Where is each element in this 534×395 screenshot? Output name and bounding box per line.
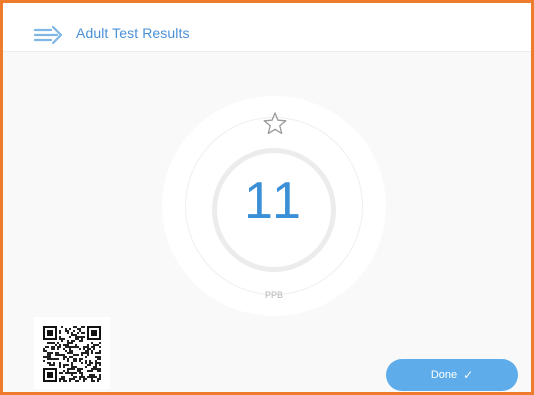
done-button-label: Done: [430, 369, 458, 381]
star-outline-icon: [263, 112, 287, 135]
qr-code-icon: [43, 326, 101, 382]
header-bar: Adult Test Results: [3, 3, 531, 52]
result-unit: PPB: [264, 290, 283, 300]
done-button[interactable]: Done ✓: [386, 359, 518, 391]
qr-code: [34, 317, 110, 389]
check-icon: ✓: [463, 368, 474, 382]
result-value: 11: [244, 172, 304, 230]
page-title: Adult Test Results: [76, 25, 190, 41]
app-window: Adult Test Results 11 PPB Done ✓: [0, 0, 534, 395]
breath-arrow-icon: [33, 25, 63, 45]
